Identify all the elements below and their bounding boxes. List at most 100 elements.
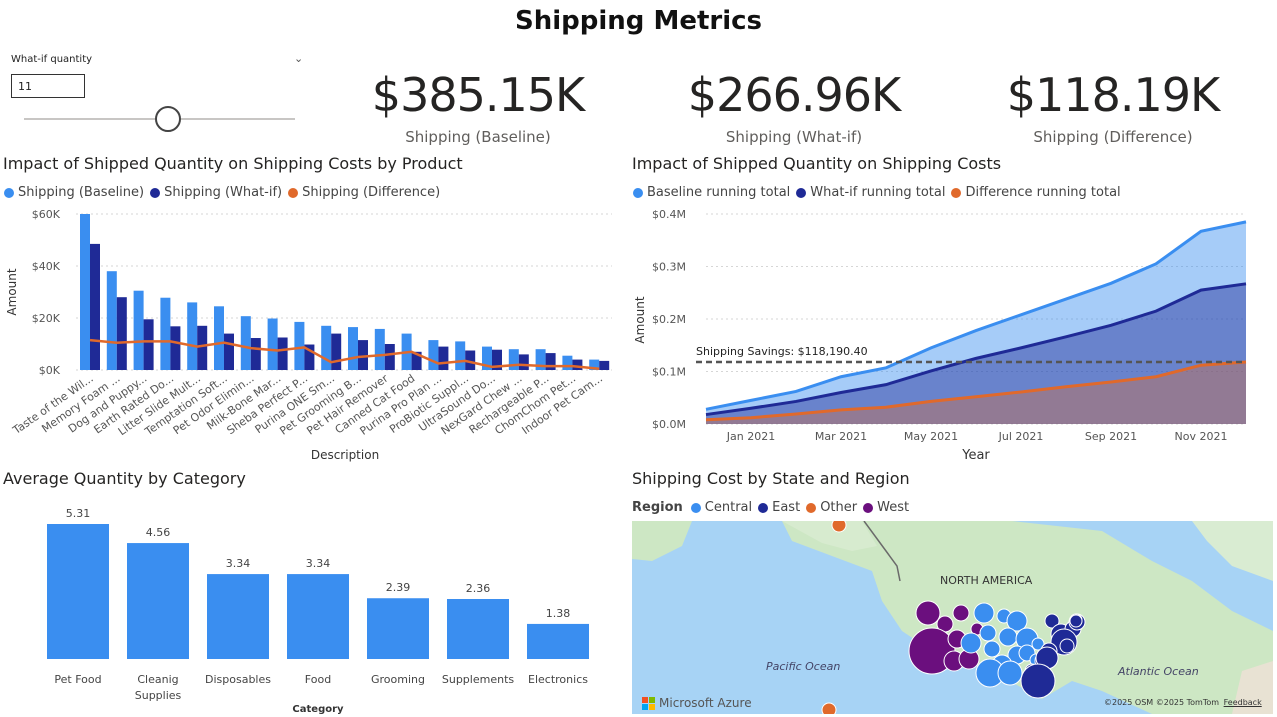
- map-legend: Region Central East Other West: [632, 500, 915, 515]
- bar-whatif: [90, 243, 100, 370]
- y-tick-label: $20K: [32, 312, 61, 325]
- x-tick-label: Electronics: [528, 673, 588, 686]
- legend-item-baseline-running[interactable]: Baseline running total: [633, 185, 790, 200]
- legend-item-difference[interactable]: Shipping (Difference): [288, 185, 440, 200]
- bar-whatif: [197, 325, 208, 370]
- category-bar: [127, 543, 189, 659]
- kpi-baseline-label: Shipping (Baseline): [405, 128, 551, 146]
- legend-item-east[interactable]: East: [758, 500, 800, 515]
- x-axis-title: Year: [961, 448, 990, 463]
- map-bubble: [979, 624, 997, 642]
- x-tick-label: Grooming: [371, 673, 425, 686]
- x-tick-label: Nov 2021: [1175, 430, 1228, 443]
- map-bubble: [1059, 638, 1075, 654]
- microsoft-logo-icon: [642, 696, 655, 710]
- bar-whatif: [518, 354, 529, 370]
- bar-baseline: [562, 355, 573, 370]
- running-chart-title: Impact of Shipped Quantity on Shipping C…: [632, 154, 1002, 173]
- data-label: 5.31: [66, 507, 91, 520]
- kpi-difference-value: $118.19K: [1006, 68, 1220, 122]
- x-axis-title: Description: [311, 448, 379, 462]
- bar-baseline: [106, 271, 117, 370]
- y-axis-title: Amount: [633, 296, 647, 343]
- map-brand: Microsoft Azure: [642, 696, 752, 710]
- legend-item-whatif-running[interactable]: What-if running total: [796, 185, 945, 200]
- running-chart[interactable]: $0.0M $0.1M $0.2M $0.3M $0.4M Shipping Saving…: [628, 200, 1273, 465]
- map-credits: ©2025 OSM ©2025 TomTom Feedback: [1104, 698, 1262, 707]
- map-bubbles: [821, 521, 1086, 714]
- bar-baseline: [267, 318, 278, 370]
- product-chart-title: Impact of Shipped Quantity on Shipping C…: [3, 154, 463, 173]
- map-bubble: [1069, 614, 1083, 628]
- x-tick-label: Sep 2021: [1085, 430, 1137, 443]
- legend-item-baseline[interactable]: Shipping (Baseline): [4, 185, 144, 200]
- data-label: 1.38: [546, 607, 571, 620]
- x-tick-label: Cleanig Supplies: [135, 673, 182, 702]
- bar-whatif: [116, 297, 127, 370]
- x-tick-label: May 2021: [904, 430, 958, 443]
- map-bubble: [952, 604, 970, 622]
- x-tick-label: Jul 2021: [998, 430, 1044, 443]
- bar-whatif: [384, 344, 395, 370]
- y-tick-label: $0.2M: [652, 313, 686, 326]
- map-bubble: [998, 627, 1018, 647]
- bar-whatif: [250, 338, 261, 370]
- bar-baseline: [374, 328, 385, 370]
- kpi-whatif-label: Shipping (What-if): [725, 128, 863, 146]
- map-bubble: [1020, 663, 1056, 699]
- x-tick-label: Mar 2021: [815, 430, 867, 443]
- y-tick-label: $40K: [32, 260, 61, 273]
- bar-baseline: [240, 316, 251, 370]
- legend-item-central[interactable]: Central: [690, 500, 752, 515]
- bar-whatif: [572, 359, 583, 370]
- bar-baseline: [80, 214, 90, 370]
- map-title: Shipping Cost by State and Region: [632, 469, 910, 488]
- report-title: Shipping Metrics: [514, 6, 762, 36]
- bar-baseline: [455, 341, 466, 370]
- running-chart-legend: Baseline running total What-if running t…: [633, 185, 1127, 200]
- legend-item-other[interactable]: Other: [806, 500, 857, 515]
- y-tick-label: $0K: [39, 364, 61, 377]
- x-tick-label: Pet Food: [54, 673, 101, 686]
- bar-whatif: [438, 346, 449, 370]
- map-bubble: [997, 660, 1023, 686]
- map-feedback-link[interactable]: Feedback: [1224, 698, 1262, 707]
- map-bubble: [821, 702, 837, 714]
- x-axis-title: Category: [292, 704, 344, 715]
- category-chart-title: Average Quantity by Category: [3, 469, 246, 488]
- product-chart-legend: Shipping (Baseline) Shipping (What-if) S…: [4, 185, 446, 200]
- y-tick-label: $0.3M: [652, 261, 686, 274]
- bar-baseline: [508, 349, 519, 370]
- category-bar: [367, 598, 429, 659]
- legend-item-whatif[interactable]: Shipping (What-if): [150, 185, 282, 200]
- bar-baseline: [348, 327, 358, 370]
- map-bubble: [831, 521, 847, 533]
- y-axis-title: Amount: [5, 268, 19, 315]
- category-chart[interactable]: 5.31 Pet Food 4.56 Cleanig Supplies 3.34 Dispo…: [0, 495, 620, 717]
- what-if-quantity-input[interactable]: [11, 74, 85, 98]
- legend-item-difference-running[interactable]: Difference running total: [951, 185, 1121, 200]
- bar-baseline: [321, 325, 332, 370]
- x-tick-label: Disposables: [205, 673, 271, 686]
- chevron-down-icon[interactable]: ⌄: [294, 52, 303, 65]
- legend-item-west[interactable]: West: [863, 500, 909, 515]
- product-chart[interactable]: $0K$20K$40K$60KTaste of the Wil...Memory…: [0, 200, 620, 470]
- what-if-slider-thumb[interactable]: [154, 106, 181, 132]
- category-bar: [447, 599, 509, 659]
- x-tick-label: Supplements: [442, 673, 515, 686]
- category-bar: [47, 524, 109, 659]
- kpi-difference-label: Shipping (Difference): [1033, 128, 1193, 146]
- data-label: 3.34: [226, 557, 251, 570]
- category-bar: [207, 574, 269, 659]
- bar-baseline: [428, 340, 439, 370]
- map-bubble: [915, 600, 941, 626]
- map-bubble: [960, 632, 982, 654]
- category-bar: [287, 574, 349, 659]
- data-label: 2.39: [386, 581, 411, 594]
- bar-whatif: [331, 333, 342, 370]
- map-bubble: [973, 602, 995, 624]
- map-legend-title: Region: [632, 500, 683, 515]
- bar-whatif: [277, 337, 288, 370]
- bar-whatif: [224, 333, 234, 370]
- map-canvas[interactable]: NORTH AMERICA Pacific Ocean Atlantic Oce…: [632, 521, 1273, 714]
